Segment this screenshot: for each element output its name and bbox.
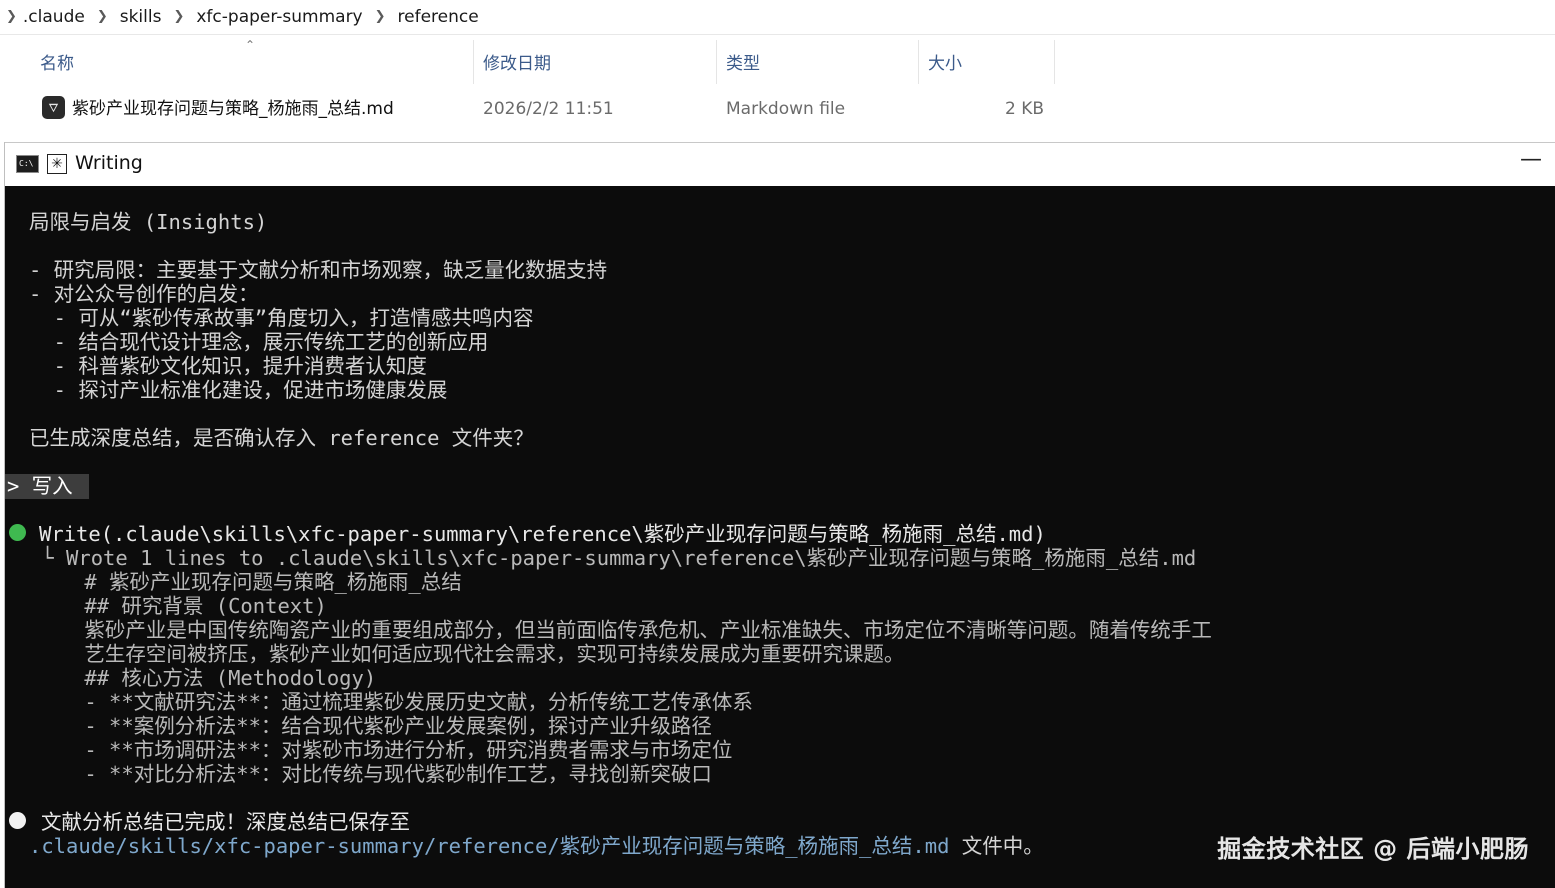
column-divider[interactable] (918, 40, 919, 84)
sparkle-icon: ✳ (47, 154, 67, 174)
column-header-modified[interactable]: 修改日期 (477, 44, 715, 84)
chevron-right-icon[interactable]: ❯ (375, 9, 386, 24)
list-item: - 可从“紫砂传承故事”角度切入，打造情感共鸣内容 (29, 306, 534, 330)
column-divider[interactable] (1054, 40, 1055, 84)
confirm-prompt: 已生成深度总结，是否确认存入 reference 文件夹？ (29, 426, 534, 450)
list-item: - 探讨产业标准化建设，促进市场健康发展 (29, 378, 448, 402)
breadcrumb: ❯ .claude ❯ skills ❯ xfc-paper-summary ❯… (0, 0, 1555, 35)
md-paragraph: 紫砂产业是中国传统陶瓷产业的重要组成部分，但当前面临传承危机、产业标准缺失、市场… (35, 618, 1212, 642)
list-item: - 研究局限：主要基于文献分析和市场观察，缺乏量化数据支持 (29, 258, 608, 282)
file-size: 2 KB (1005, 99, 1045, 119)
chevron-right-icon[interactable]: ❯ (97, 9, 108, 24)
md-heading: ## 研究背景 (Context) (35, 594, 327, 618)
column-header-name[interactable]: 名称 (34, 44, 472, 84)
tool-call-write: Write(.claude\skills\xfc-paper-summary\r… (39, 522, 1046, 546)
cmd-icon: C:\ (16, 155, 39, 173)
completion-suffix: 文件中。 (949, 834, 1044, 858)
breadcrumb-item-skills[interactable]: skills (120, 7, 162, 27)
chevron-right-icon[interactable]: ❯ (173, 9, 184, 24)
column-divider[interactable] (473, 40, 474, 84)
file-name[interactable]: 紫砂产业现存问题与策略_杨施雨_总结.md (72, 90, 394, 128)
file-modified-date: 2026/2/2 11:51 (483, 99, 614, 119)
md-list-item: - **文献研究法**：通过梳理紫砂发展历史文献，分析传统工艺传承体系 (35, 690, 753, 714)
file-list-item[interactable]: 紫砂产业现存问题与策略_杨施雨_总结.md 2026/2/2 11:51 Mar… (0, 90, 1060, 128)
tool-result: └ Wrote 1 lines to .claude\skills\xfc-pa… (29, 546, 1197, 570)
md-title: # 紫砂产业现存问题与策略_杨施雨_总结 (35, 570, 462, 594)
minimize-icon[interactable]: — (1520, 147, 1542, 172)
file-type: Markdown file (726, 99, 846, 119)
md-heading: ## 核心方法 (Methodology) (35, 666, 377, 690)
insights-heading: 局限与启发 (Insights) (29, 210, 268, 234)
list-item: - 结合现代设计理念，展示传统工艺的创新应用 (29, 330, 489, 354)
breadcrumb-item-claude[interactable]: .claude (23, 7, 85, 27)
md-list-item: - **对比分析法**：对比传统与现代紫砂制作工艺，寻找创新突破口 (35, 762, 712, 786)
window-title: Writing (75, 152, 143, 174)
list-item: - 科普紫砂文化知识，提升消费者认知度 (29, 354, 427, 378)
column-divider[interactable] (716, 40, 717, 84)
md-list-item: - **市场调研法**：对紫砂市场进行分析，研究消费者需求与市场定位 (35, 738, 733, 762)
file-explorer: ❯ .claude ❯ skills ❯ xfc-paper-summary ❯… (0, 0, 1555, 142)
md-paragraph: 艺生存空间被挤压，紫砂产业如何适应现代社会需求，实现可持续发展成为重要研究课题。 (35, 642, 905, 666)
success-status-dot (9, 524, 26, 541)
watermark: 掘金技术社区 @ 后端小肥肠 (1217, 835, 1529, 863)
md-list-item: - **案例分析法**：结合现代紫砂产业发展案例，探讨产业升级路径 (35, 714, 712, 738)
completion-path-line: .claude/skills/xfc-paper-summary/referen… (29, 834, 1044, 858)
window-titlebar[interactable]: C:\ ✳ Writing — (5, 142, 1555, 186)
breadcrumb-item-reference[interactable]: reference (398, 7, 479, 27)
list-item: - 对公众号创作的启发： (29, 282, 259, 306)
chevron-right-icon[interactable]: ❯ (6, 9, 17, 24)
console-output[interactable]: 局限与启发 (Insights) - 研究局限：主要基于文献分析和市场观察，缺乏… (5, 185, 1555, 888)
saved-file-path[interactable]: .claude/skills/xfc-paper-summary/referen… (29, 834, 949, 858)
info-status-dot (9, 812, 26, 829)
choice-option-write[interactable]: > 写入 (7, 474, 73, 498)
completion-message: 文献分析总结已完成！深度总结已保存至 (41, 810, 410, 834)
terminal-window[interactable]: C:\ ✳ Writing — 局限与启发 (Insights) - 研究局限：… (4, 142, 1555, 888)
column-header-type[interactable]: 类型 (720, 44, 916, 84)
breadcrumb-item-xfc-paper-summary[interactable]: xfc-paper-summary (196, 7, 362, 27)
column-header-size[interactable]: 大小 (922, 44, 1054, 84)
